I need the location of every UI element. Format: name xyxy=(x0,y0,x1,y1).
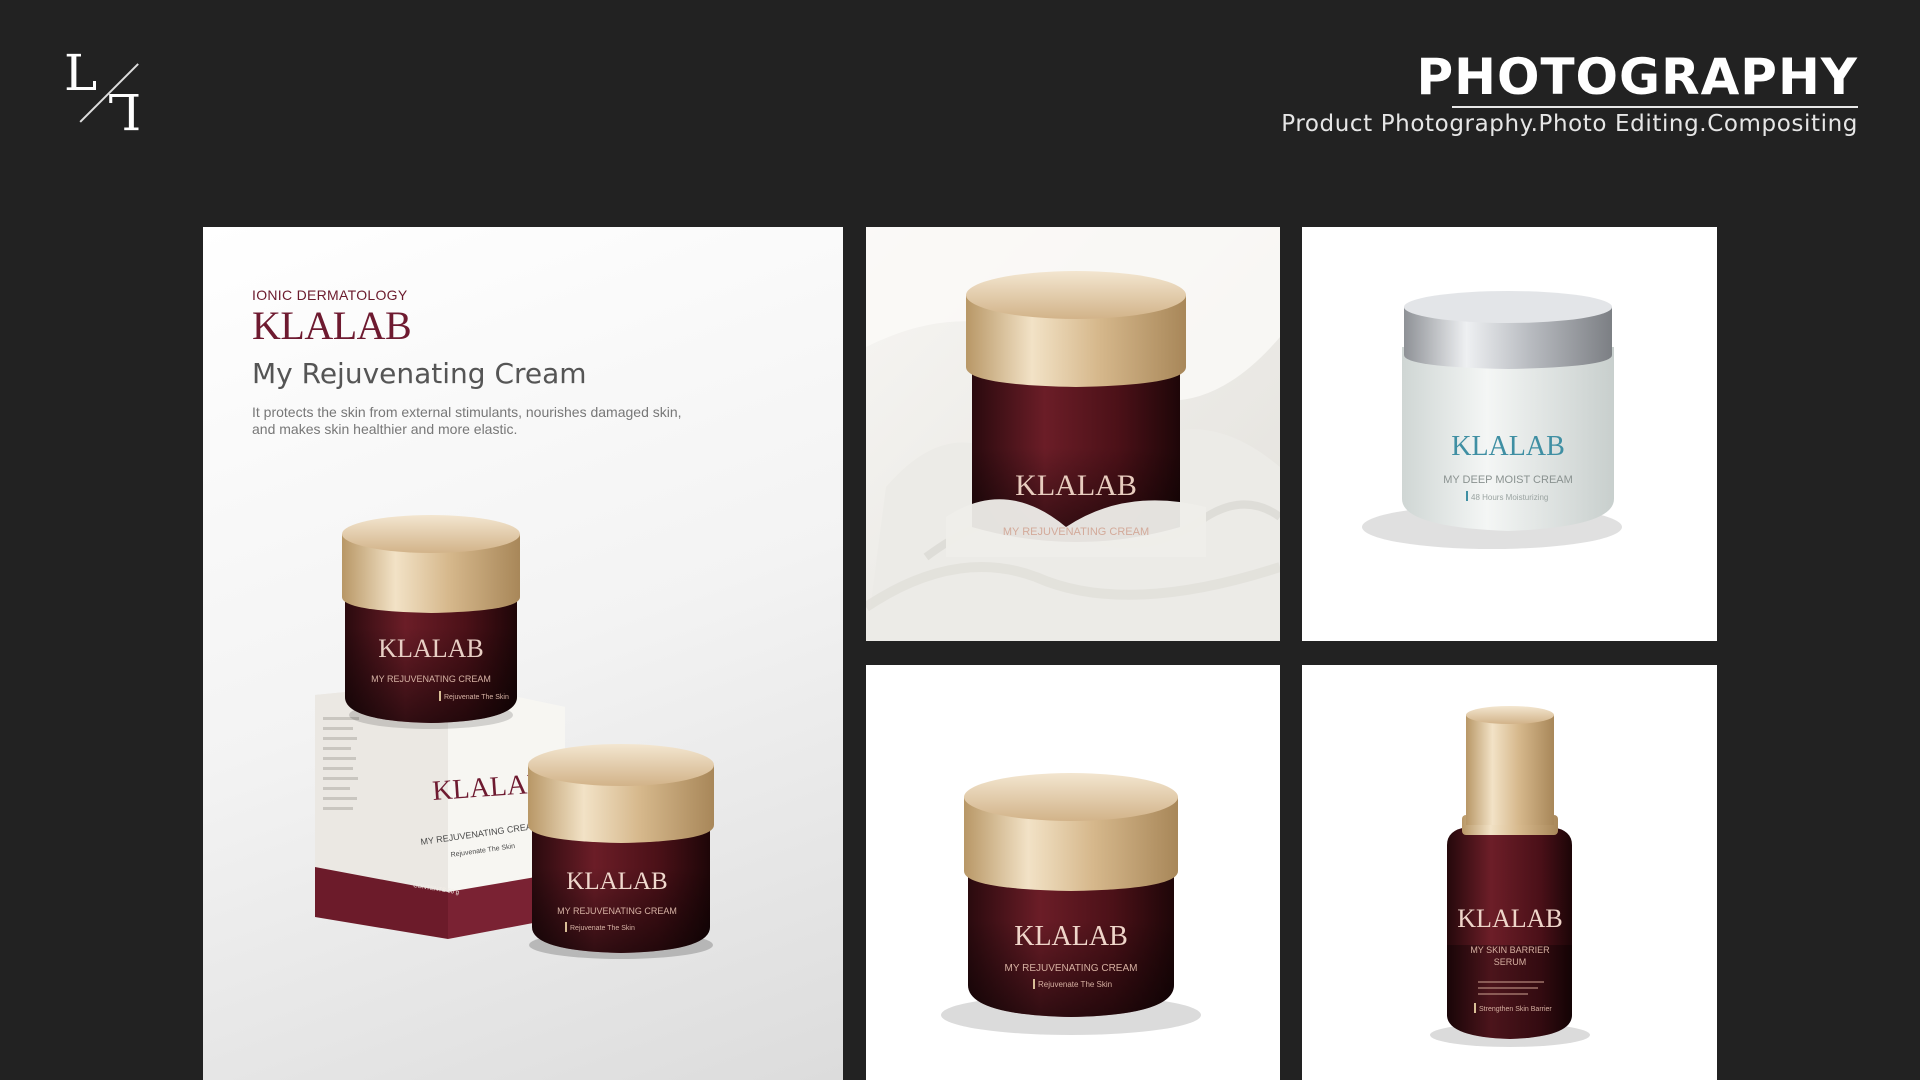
jar-on-fabric: KLALAB MY REJUVENATING CREAM xyxy=(946,271,1206,557)
logo-letter-top: L xyxy=(64,44,98,102)
deep-moist-product-name: MY DEEP MOIST CREAM xyxy=(1443,474,1573,486)
photo-tile-serum: KLALAB MY SKIN BARRIER SERUM Strengthen … xyxy=(1302,665,1717,1080)
rejuvenating-jar-tagline: Rejuvenate The Skin xyxy=(1038,980,1112,989)
rejuvenating-jar-brand: KLALAB xyxy=(1014,921,1128,952)
rejuvenating-jar-product-name: MY REJUVENATING CREAM xyxy=(1005,963,1138,974)
photo-tile-deep-moist: KLALAB MY DEEP MOIST CREAM 48 Hours Mois… xyxy=(1302,227,1717,641)
serum-illustration: KLALAB MY SKIN BARRIER SERUM Strengthen … xyxy=(1430,706,1590,1047)
deep-moist-brand: KLALAB xyxy=(1451,431,1565,462)
photo-tile-rejuvenating-jar: KLALAB MY REJUVENATING CREAM Rejuvenate … xyxy=(866,665,1280,1080)
serum-name-line-2: SERUM xyxy=(1494,957,1527,967)
serum-tagline: Strengthen Skin Barrier xyxy=(1479,1006,1552,1013)
page-title: PHOTOGRAPHY xyxy=(1416,48,1858,106)
serum-name-line-1: MY SKIN BARRIER xyxy=(1470,945,1550,955)
logo: L L xyxy=(64,48,146,140)
fabric-jar-illustration: KLALAB MY REJUVENATING CREAM xyxy=(866,227,1280,641)
hero-photo-card: IONIC DERMATOLOGY KLALAB My Rejuvenating… xyxy=(203,227,843,1080)
deep-moist-illustration: KLALAB MY DEEP MOIST CREAM 48 Hours Mois… xyxy=(1362,291,1622,549)
title-underline xyxy=(1452,106,1858,108)
rejuvenating-jar-illustration: KLALAB MY REJUVENATING CREAM Rejuvenate … xyxy=(941,773,1201,1035)
jar-tagline: Rejuvenate The Skin xyxy=(444,694,509,701)
serum-brand: KLALAB xyxy=(1457,904,1562,933)
jar-on-box: KLALAB MY REJUVENATING CREAM Rejuvenate … xyxy=(342,515,520,729)
jar-brand: KLALAB xyxy=(378,634,483,663)
deep-moist-tagline: 48 Hours Moisturizing xyxy=(1471,493,1548,502)
hero-product-illustration: KLALAB MY REJUVENATING CREAM Rejuvenate … xyxy=(315,515,714,959)
fabric-jar-brand: KLALAB xyxy=(1015,469,1137,502)
page-subtitle: Product Photography.Photo Editing.Compos… xyxy=(1281,111,1858,137)
jar-product-name: MY REJUVENATING CREAM xyxy=(371,674,491,684)
jar-front: KLALAB MY REJUVENATING CREAM Rejuvenate … xyxy=(528,744,714,959)
logo-letter-bottom: L xyxy=(108,82,142,140)
jar-front-tagline: Rejuvenate The Skin xyxy=(570,925,635,932)
jar-front-brand: KLALAB xyxy=(566,868,667,895)
jar-front-product-name: MY REJUVENATING CREAM xyxy=(557,906,677,916)
fabric-jar-product-name: MY REJUVENATING CREAM xyxy=(1003,526,1149,538)
photo-tile-fabric-jar: KLALAB MY REJUVENATING CREAM xyxy=(866,227,1280,641)
